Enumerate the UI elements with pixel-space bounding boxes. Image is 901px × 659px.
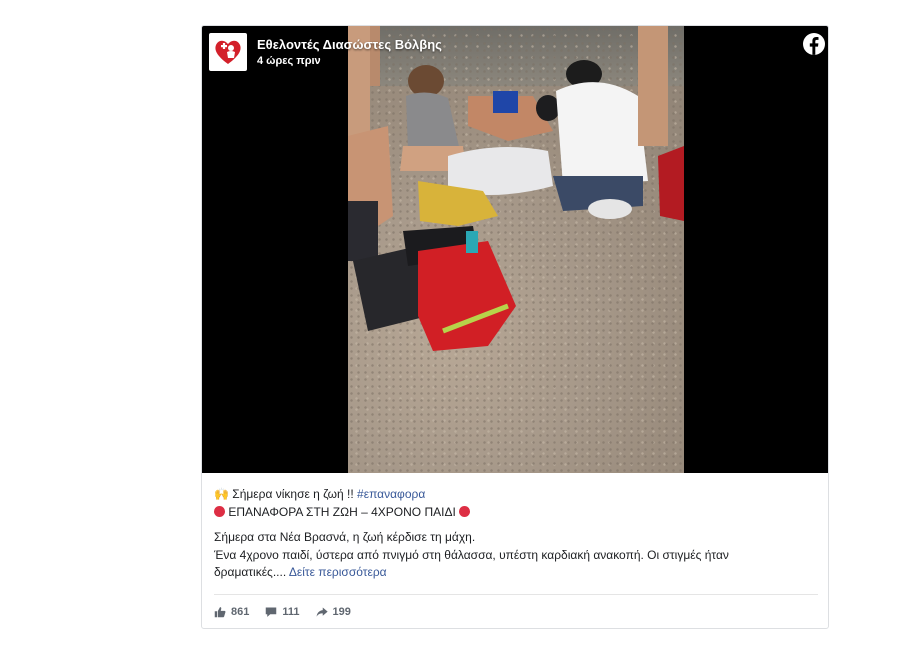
photo-scene — [348, 26, 684, 351]
likes-stat[interactable]: 861 — [214, 606, 249, 618]
hashtag-link[interactable]: #επαναφορα — [357, 487, 425, 501]
post-line-2: ΕΠΑΝΑΦΟΡΑ ΣΤΗ ΖΩΗ – 4ΧΡΟΝΟ ΠΑΙΔΙ — [214, 504, 814, 522]
heart-cross-logo-icon — [215, 40, 241, 64]
post-line-5-text: δραματικές.... — [214, 565, 289, 579]
post-line-1-text: 🙌 Σήμερα νίκησε η ζωή !! — [214, 487, 358, 501]
red-circle-emoji-icon — [214, 505, 225, 517]
comments-count: 111 — [282, 606, 300, 618]
red-circle-emoji-icon — [459, 505, 471, 517]
comment-icon — [266, 607, 277, 617]
post-line-5: δραματικές.... Δείτε περισσότερα — [214, 564, 814, 582]
post-media[interactable]: Εθελοντές Διασώστες Βόλβης 4 ώρες πριν — [202, 26, 828, 473]
post-header: Εθελοντές Διασώστες Βόλβης 4 ώρες πριν — [209, 33, 809, 73]
post-line-4: Ένα 4χρονο παιδί, ύστερα από πνιγμό στη … — [214, 547, 729, 562]
see-more-link[interactable]: Δείτε περισσότερα — [289, 565, 387, 579]
post-text: 🙌 Σήμερα νίκησε η ζωή !! #επαναφορα ΕΠΑΝ… — [214, 486, 814, 582]
like-icon — [214, 607, 226, 618]
post-timestamp[interactable]: 4 ώρες πριν — [257, 55, 321, 67]
engagement-stats: 861 111 199 — [214, 604, 351, 620]
shares-stat[interactable]: 199 — [316, 606, 351, 618]
post-line-2-text: ΕΠΑΝΑΦΟΡΑ ΣΤΗ ΖΩΗ – 4ΧΡΟΝΟ ΠΑΙΔΙ — [228, 504, 456, 519]
facebook-icon[interactable] — [802, 32, 826, 56]
likes-count: 861 — [231, 606, 250, 618]
page-avatar[interactable] — [209, 33, 247, 71]
post-photo[interactable] — [348, 26, 684, 473]
post-line-3: Σήμερα στα Νέα Βρασνά, η ζωή κέρδισε τη … — [214, 530, 476, 544]
post-line-1: 🙌 Σήμερα νίκησε η ζωή !! #επαναφορα — [214, 486, 814, 504]
divider — [214, 594, 818, 595]
page-name-link[interactable]: Εθελοντές Διασώστες Βόλβης — [257, 37, 442, 52]
shares-count: 199 — [332, 606, 351, 618]
share-icon — [316, 607, 328, 617]
comments-stat[interactable]: 111 — [265, 606, 300, 618]
facebook-post-embed: Εθελοντές Διασώστες Βόλβης 4 ώρες πριν 🙌… — [201, 25, 829, 629]
